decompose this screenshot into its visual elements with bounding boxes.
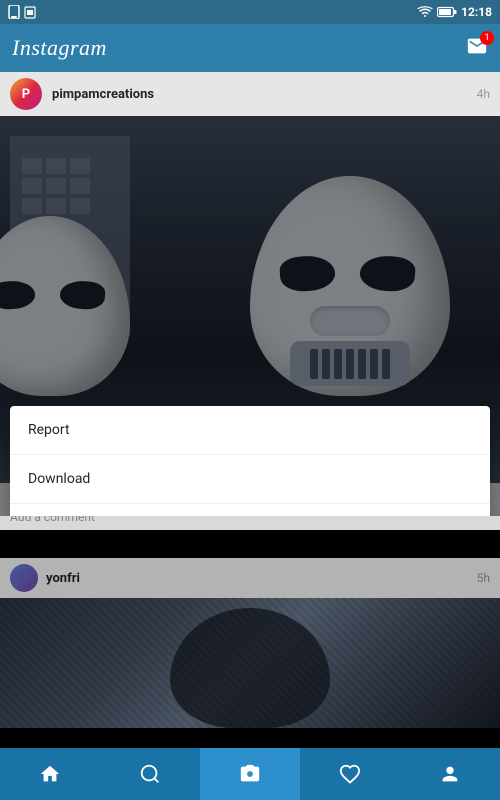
user-avatar[interactable]: P bbox=[10, 78, 42, 110]
face-texture bbox=[0, 598, 500, 728]
main-content-area: Report Download Share Url Copy Share URL… bbox=[0, 116, 500, 516]
post-time: 4h bbox=[477, 87, 490, 101]
status-bar-left bbox=[8, 5, 36, 19]
nav-tab-search[interactable] bbox=[100, 748, 200, 800]
second-post-image bbox=[0, 598, 500, 728]
menu-item-share-url[interactable]: Share Url bbox=[10, 504, 490, 516]
heart-icon bbox=[339, 763, 361, 785]
app-logo: Instagram bbox=[12, 35, 107, 61]
top-nav: Instagram 1 bbox=[0, 24, 500, 72]
search-icon bbox=[139, 763, 161, 785]
camera-icon bbox=[239, 763, 261, 785]
home-icon bbox=[39, 763, 61, 785]
second-user-avatar[interactable] bbox=[10, 564, 38, 592]
status-bar-right: 12:18 bbox=[417, 5, 492, 19]
nav-tab-home[interactable] bbox=[0, 748, 100, 800]
notification-icon[interactable]: 1 bbox=[466, 35, 488, 62]
menu-item-report[interactable]: Report bbox=[10, 406, 490, 455]
battery-icon bbox=[437, 6, 457, 18]
second-post-header: yonfri 5h bbox=[0, 558, 500, 598]
sim-icon bbox=[24, 5, 36, 19]
bottom-nav bbox=[0, 748, 500, 800]
menu-item-download[interactable]: Download bbox=[10, 455, 490, 504]
second-post-time: 5h bbox=[477, 571, 490, 585]
status-time: 12:18 bbox=[461, 5, 492, 19]
nav-tab-camera[interactable] bbox=[200, 748, 300, 800]
profile-icon bbox=[439, 763, 461, 785]
post-username[interactable]: pimpamcreations bbox=[52, 87, 467, 102]
nav-tab-activity[interactable] bbox=[300, 748, 400, 800]
post-header: P pimpamcreations 4h bbox=[0, 72, 500, 116]
phone-icon bbox=[8, 5, 20, 19]
second-post-username[interactable]: yonfri bbox=[46, 571, 469, 586]
second-post: yonfri 5h bbox=[0, 558, 500, 728]
nav-tab-profile[interactable] bbox=[400, 748, 500, 800]
context-menu: Report Download Share Url Copy Share URL… bbox=[10, 406, 490, 516]
status-bar: 12:18 bbox=[0, 0, 500, 24]
notification-badge: 1 bbox=[480, 31, 494, 45]
wifi-icon bbox=[417, 6, 433, 18]
